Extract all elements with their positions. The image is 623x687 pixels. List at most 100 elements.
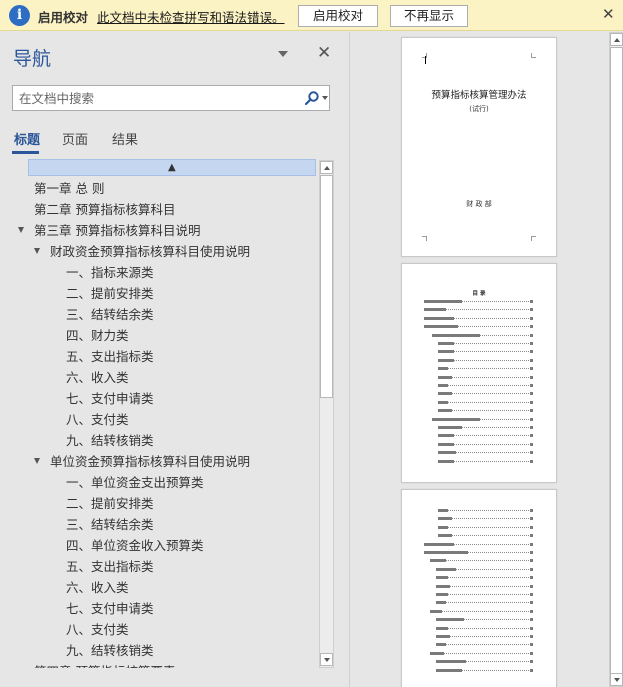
heading-item-level-3[interactable]: 五、支出指标类 [66,556,154,577]
collapse-up-icon: ▲ [168,162,176,173]
heading-item-level-3[interactable]: 二、提前安排类 [66,283,154,304]
thumb-scroll-up-button[interactable] [610,33,623,46]
toc-line-text [438,400,448,404]
thumbnail-scrollbar-thumb[interactable] [610,47,623,675]
scroll-up-button[interactable] [320,161,333,174]
toc-line-text [432,417,480,421]
tab-headings[interactable]: 标题 [14,129,40,148]
crop-mark [531,53,536,58]
heading-item-level-1[interactable]: 第二章 预算指标核算科目 [34,199,175,220]
expand-triangle-icon[interactable] [34,458,40,464]
search-box[interactable] [12,85,330,111]
toc-line-page-number [530,426,533,429]
thumb-scroll-down-button[interactable] [610,673,623,686]
heading-item-level-2[interactable]: 单位资金预算指标核算科目使用说明 [50,451,250,472]
heading-item-level-3[interactable]: 一、单位资金支出预算类 [66,472,204,493]
toc-line [436,660,533,664]
toc-line-text [438,525,448,529]
toc-line-text [438,509,448,512]
tab-results[interactable]: 结果 [112,129,138,148]
document-title: 预算指标核算管理办法 [431,90,527,101]
toc-line-text [430,559,446,563]
toc-line [438,459,533,463]
toc-line [436,576,533,580]
heading-item-level-3[interactable]: 八、支付类 [66,409,129,430]
heading-item-level-1[interactable]: 第四章 预算指标核算要素 [34,661,175,668]
toc-line-page-number [530,618,533,622]
toc-line [436,626,533,630]
expand-triangle-icon[interactable] [18,227,24,233]
heading-item-level-3[interactable]: 五、支出指标类 [66,346,154,367]
heading-item-level-2[interactable]: 财政资金预算指标核算科目使用说明 [50,241,250,262]
toc-line [424,551,533,554]
heading-item-level-3[interactable]: 四、财力类 [66,325,129,346]
proofing-infobar: i 启用校对 此文档中未检查拼写和语法错误。 启用校对 不再显示 ✕ [0,0,623,31]
dont-show-again-button[interactable]: 不再显示 [390,5,468,27]
infobar-message-link[interactable]: 此文档中未检查拼写和语法错误。 [97,7,285,26]
heading-item-level-3[interactable]: 二、提前安排类 [66,493,154,514]
search-icon[interactable] [304,90,320,106]
heading-item-level-1[interactable]: 第三章 预算指标核算科目说明 [34,220,200,241]
toc-line [436,635,533,638]
search-input[interactable] [19,89,299,107]
toc-line-page-number [530,509,533,512]
heading-item-level-3[interactable]: 九、结转核销类 [66,640,154,661]
toc-line-page-number [530,451,533,455]
close-pane-icon[interactable]: ✕ [317,43,331,63]
toc-line-text [424,542,454,546]
heading-item-level-3[interactable]: 三、结转结余类 [66,304,154,325]
collapse-all-bar[interactable]: ▲ [28,159,316,176]
expand-triangle-icon[interactable] [34,248,40,254]
heading-item-level-3[interactable]: 三、结转结余类 [66,514,154,535]
tab-pages[interactable]: 页面 [62,129,88,148]
heading-item-level-3[interactable]: 六、收入类 [66,367,129,388]
toc-line-text [438,426,462,429]
page-thumbnail-3[interactable] [401,489,557,687]
toc-line-page-number [530,308,533,312]
toc-line-text [438,409,452,413]
toc-line [438,442,533,446]
toc-line [436,668,533,672]
heading-item-level-3[interactable]: 七、支付申请类 [66,388,154,409]
toc-line-page-number [530,392,533,396]
toc-line-page-number [530,542,533,546]
heading-item-level-3[interactable]: 九、结转核销类 [66,430,154,451]
toc-line [438,451,533,455]
toc-heading: 目 录 [472,291,486,297]
crop-mark [531,236,536,241]
toc-line-text [436,635,450,638]
toc-line [424,300,533,303]
heading-item-level-3[interactable]: 六、收入类 [66,577,129,598]
close-icon[interactable]: ✕ [602,5,615,23]
heading-item-level-3[interactable]: 七、支付申请类 [66,598,154,619]
document-subtitle: (试行) [469,105,489,113]
arrow-down-icon [323,658,330,662]
toc-line [438,342,533,345]
active-tab-indicator [12,151,39,154]
heading-item-level-1[interactable]: 第一章 总 则 [34,178,104,199]
toc-line-text [438,358,454,362]
toc-line [438,350,533,354]
search-options-dropdown-icon[interactable] [322,96,328,100]
toc-line-page-number [530,584,533,588]
enable-proofing-button[interactable]: 启用校对 [298,5,378,27]
toc-line [436,593,533,596]
toc-line-text [436,660,466,664]
toc-line [438,434,533,438]
toc-line-text [438,350,454,354]
pane-options-dropdown-icon[interactable] [278,51,288,57]
toc-line-page-number [530,409,533,413]
text-cursor [425,56,426,64]
toc-line-page-number [530,367,533,371]
heading-item-level-3[interactable]: 四、单位资金收入预算类 [66,535,204,556]
toc-line [438,426,533,429]
toc-line-text [438,384,448,387]
page-thumbnail-2[interactable]: 目 录 [401,263,557,483]
scroll-down-button[interactable] [320,653,333,666]
info-icon: i [9,5,30,26]
toc-line [424,316,533,320]
heading-item-level-3[interactable]: 一、指标来源类 [66,262,154,283]
scrollbar-thumb[interactable] [320,175,333,398]
heading-item-level-3[interactable]: 八、支付类 [66,619,129,640]
page-thumbnail-1[interactable]: 预算指标核算管理办法 (试行) 财 政 部 [401,37,557,257]
